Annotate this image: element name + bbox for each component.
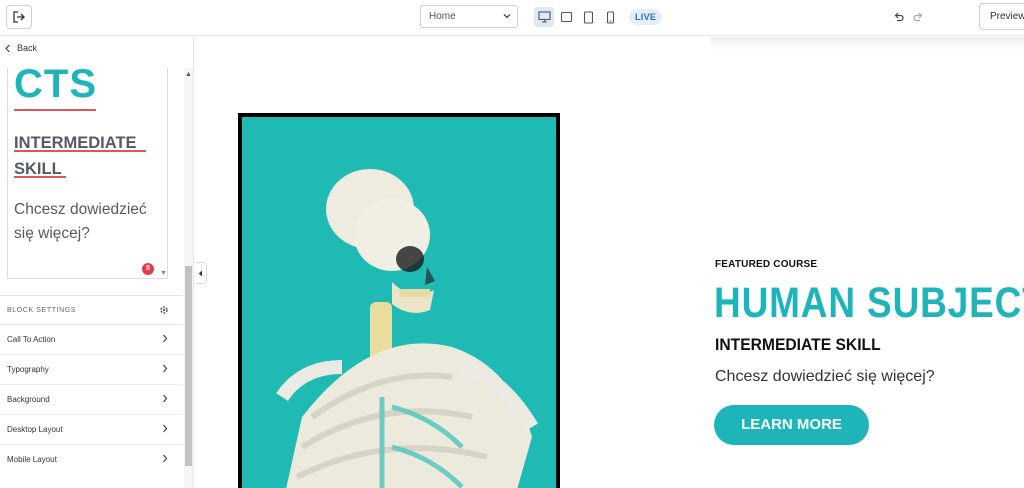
- undo-icon[interactable]: [893, 11, 904, 22]
- block-settings-header: BLOCK SETTINGS: [0, 295, 183, 325]
- exit-icon: [13, 11, 25, 23]
- grammar-issue-badge[interactable]: 5: [142, 263, 154, 275]
- laptop-icon: [560, 11, 572, 23]
- chevron-right-icon: [163, 364, 168, 373]
- skeleton-illustration: [276, 169, 539, 488]
- chevron-down-icon: [503, 14, 511, 19]
- sidebar-scroll-thumb[interactable]: [185, 266, 192, 466]
- spellcheck-underline: [14, 150, 146, 152]
- tablet-view-button[interactable]: [578, 7, 598, 27]
- mobile-view-button[interactable]: [600, 7, 620, 27]
- chevron-right-icon: [163, 394, 168, 403]
- chevron-left-icon: [5, 44, 10, 52]
- laptop-view-button[interactable]: [556, 7, 576, 27]
- exit-editor-button[interactable]: [6, 5, 32, 29]
- collapse-sidebar-button[interactable]: [195, 262, 207, 284]
- editor-cta-line1: Chcesz dowiedzieć: [14, 201, 147, 218]
- page-select[interactable]: Home: [420, 5, 518, 28]
- chevron-right-icon: [163, 334, 168, 343]
- editor-scrollbar[interactable]: ▼: [158, 68, 168, 279]
- cta-text: Chcesz dowiedzieć się więcej?: [715, 368, 935, 385]
- menu-item-mobile-layout[interactable]: Mobile Layout: [0, 445, 183, 475]
- menu-item-call-to-action[interactable]: Call To Action: [0, 325, 183, 355]
- editor-cta-text: Chcesz dowiedzieć się więcej?: [14, 198, 164, 246]
- redo-icon[interactable]: [913, 11, 924, 22]
- page-select-value: Home: [429, 11, 456, 22]
- settings-sidebar: Back CTS INTERMEDIATE SKILL Chcesz dowie…: [0, 37, 194, 488]
- menu-item-label: Call To Action: [7, 335, 56, 344]
- editor-skill-line1: INTERMEDIATE: [14, 134, 137, 152]
- subheadline: INTERMEDIATE SKILL: [715, 335, 881, 354]
- back-button[interactable]: Back: [4, 43, 37, 53]
- menu-item-label: Background: [7, 395, 50, 404]
- spellcheck-underline: [14, 109, 96, 111]
- live-status-badge: LIVE: [629, 9, 663, 25]
- page-canvas: FEATURED COURSE HUMAN SUBJECTS INTERMEDI…: [195, 37, 1024, 488]
- spellcheck-underline: [14, 176, 66, 178]
- menu-item-label: Mobile Layout: [7, 455, 57, 464]
- header-shadow: [711, 37, 1024, 51]
- scroll-up-arrow-icon[interactable]: ▲: [185, 71, 192, 78]
- mobile-icon: [606, 10, 614, 24]
- featured-image-frame[interactable]: [238, 113, 560, 488]
- block-settings-label: BLOCK SETTINGS: [7, 307, 77, 314]
- editor-title-text: CTS: [14, 68, 97, 106]
- chevron-right-icon: [163, 454, 168, 463]
- preview-button[interactable]: Preview: [979, 3, 1024, 30]
- desktop-icon: [537, 11, 551, 23]
- top-toolbar: Home LIVE Preview: [0, 0, 1024, 36]
- scroll-down-arrow-icon[interactable]: ▼: [160, 270, 167, 277]
- rich-text-editor[interactable]: CTS INTERMEDIATE SKILL Chcesz dowiedzieć…: [7, 68, 168, 279]
- editor-skill-text: INTERMEDIATE SKILL: [14, 130, 137, 182]
- device-switcher: [534, 7, 620, 27]
- menu-item-desktop-layout[interactable]: Desktop Layout: [0, 415, 183, 445]
- caret-left-icon: [198, 270, 202, 276]
- learn-more-button[interactable]: LEARN MORE: [714, 405, 869, 445]
- gear-icon[interactable]: [159, 305, 169, 315]
- headline: HUMAN SUBJECTS: [714, 279, 1024, 327]
- tablet-icon: [583, 10, 593, 24]
- editor-skill-line2: SKILL: [14, 160, 62, 178]
- chevron-right-icon: [163, 424, 168, 433]
- menu-item-label: Desktop Layout: [7, 425, 63, 434]
- editor-cta-line2: się więcej?: [14, 225, 90, 242]
- skeleton-photo: [242, 117, 556, 488]
- back-label: Back: [17, 43, 38, 53]
- sidebar-scrollbar[interactable]: ▲: [184, 68, 193, 488]
- eyebrow-text: FEATURED COURSE: [715, 259, 818, 270]
- menu-item-label: Typography: [7, 365, 49, 374]
- desktop-view-button[interactable]: [534, 7, 554, 27]
- menu-item-typography[interactable]: Typography: [0, 355, 183, 385]
- menu-item-background[interactable]: Background: [0, 385, 183, 415]
